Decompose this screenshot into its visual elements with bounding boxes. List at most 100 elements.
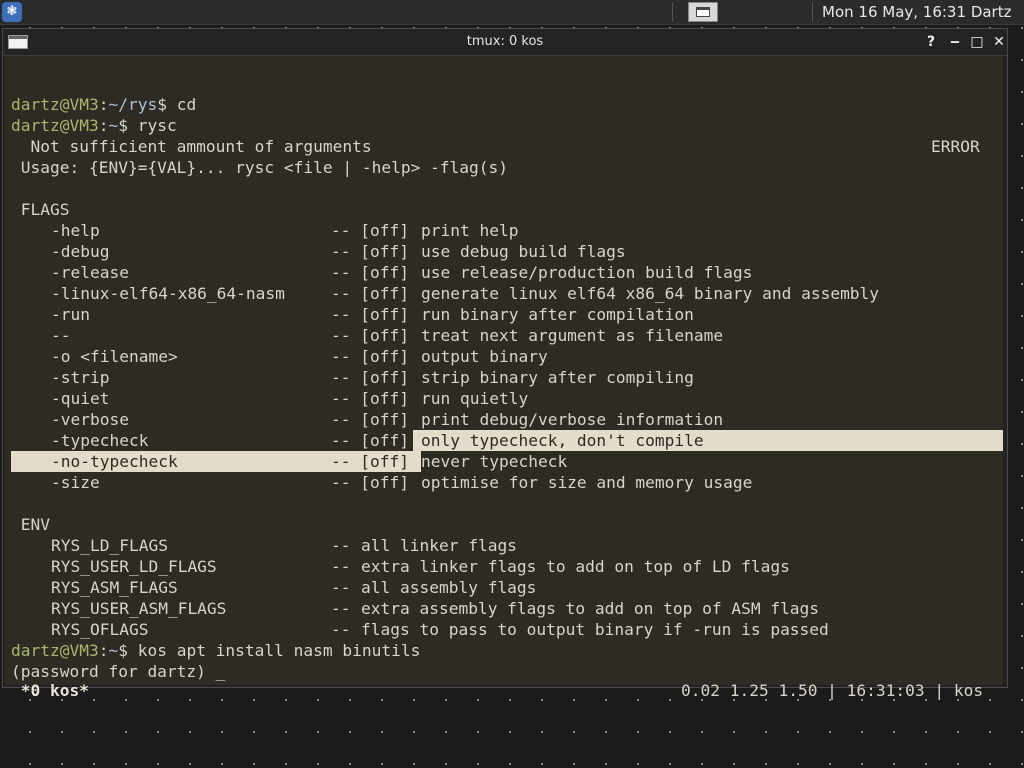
flag-state: -- [off] xyxy=(331,347,409,366)
flag-description: generate linux elf64 x86_64 binary and a… xyxy=(421,284,880,303)
panel-separator xyxy=(812,3,813,21)
flag-name: -debug xyxy=(51,242,110,261)
flag-description: output binary xyxy=(421,347,548,366)
flag-description: print debug/verbose information xyxy=(421,410,724,429)
flag-name: -linux-elf64-x86_64-nasm xyxy=(51,284,285,303)
prompt-line: dartz@VM3:~$ rysc xyxy=(11,115,177,136)
prompt-line: dartz@VM3:~/rys$ cd xyxy=(11,94,196,115)
panel-clock[interactable]: Mon 16 May, 16:31 Dartz xyxy=(822,0,1011,24)
prompt-separator: : xyxy=(98,116,109,135)
flag-state: -- [off] xyxy=(331,473,409,492)
terminal-window: tmux: 0 kos ? ‒ □ ✕ dartz@VM3:~/rys$ cd … xyxy=(2,28,1008,700)
clock-text: Mon 16 May, 16:31 xyxy=(822,3,967,21)
flag-state: -- [off] xyxy=(331,368,409,387)
flag-state: -- [off] xyxy=(331,221,409,240)
flag-state-value: [off] xyxy=(360,326,409,345)
env-description: all linker flags xyxy=(361,536,517,555)
flag-state: -- [off] xyxy=(331,263,409,282)
flag-state: -- [off] xyxy=(331,242,409,261)
tmux-status-right: 0.02 1.25 1.50 | 16:31:03 | kos xyxy=(681,681,984,700)
flag-state-value: [off] xyxy=(360,284,409,303)
minimize-button[interactable]: ‒ xyxy=(945,32,965,52)
flag-name: -o <filename> xyxy=(51,347,178,366)
prompt-user-host: dartz@VM3 xyxy=(11,116,99,135)
flag-name: -release xyxy=(51,263,129,282)
flag-state-value: [off] xyxy=(360,410,409,429)
env-separator: -- xyxy=(331,557,361,576)
env-name: RYS_USER_LD_FLAGS xyxy=(51,557,217,576)
flag-description: use release/production build flags xyxy=(421,263,753,282)
help-button[interactable]: ? xyxy=(921,32,941,52)
password-prompt[interactable]: (password for dartz) _ xyxy=(11,661,225,682)
flag-state-value: [off] xyxy=(360,431,409,450)
flag-description: strip binary after compiling xyxy=(421,368,694,387)
flag-description: never typecheck xyxy=(421,452,568,471)
flag-state: -- [off] xyxy=(331,389,409,408)
distro-logo-icon[interactable]: ❃ xyxy=(2,2,22,22)
close-button[interactable]: ✕ xyxy=(989,32,1009,52)
flag-state: -- [off] xyxy=(331,305,409,324)
flag-state: -- [off] xyxy=(331,452,409,471)
prompt-user-host: dartz@VM3 xyxy=(11,641,99,660)
flag-name: -verbose xyxy=(51,410,129,429)
flag-state: -- [off] xyxy=(331,410,409,429)
maximize-button[interactable]: □ xyxy=(967,32,987,52)
flag-description: run quietly xyxy=(421,389,529,408)
usage-line: Usage: {ENV}={VAL}... rysc <file | -help… xyxy=(11,158,509,177)
flag-state: -- [off] xyxy=(331,431,409,450)
window-titlebar[interactable]: tmux: 0 kos ? ‒ □ ✕ xyxy=(3,29,1007,56)
user-name: Dartz xyxy=(970,3,1012,21)
flag-name: -- xyxy=(51,326,71,345)
prompt-sigil: $ xyxy=(157,95,167,114)
env-separator: -- xyxy=(331,536,361,555)
env-name: RYS_LD_FLAGS xyxy=(51,536,168,555)
env-description: flags to pass to output binary if -run i… xyxy=(361,620,829,639)
env-name: RYS_ASM_FLAGS xyxy=(51,578,178,597)
flag-name: -quiet xyxy=(51,389,110,408)
flag-description: only typecheck, don't compile xyxy=(421,431,704,450)
top-panel: ❃ Mon 16 May, 16:31 Dartz xyxy=(0,0,1024,25)
command-text: cd xyxy=(166,95,197,114)
flags-header: FLAGS xyxy=(11,200,70,219)
terminal-content[interactable]: dartz@VM3:~/rys$ cd dartz@VM3:~$ rysc No… xyxy=(5,56,1003,685)
error-tag: ERROR xyxy=(931,137,980,156)
flag-state-value: [off] xyxy=(360,305,409,324)
env-header: ENV xyxy=(11,515,50,534)
window-icon xyxy=(696,7,710,17)
flag-state-value: [off] xyxy=(360,452,409,471)
flag-description: use debug build flags xyxy=(421,242,626,261)
command-text: kos apt install nasm binutils xyxy=(127,641,421,660)
env-description: extra linker flags to add on top of LD f… xyxy=(361,557,790,576)
flag-description: optimise for size and memory usage xyxy=(421,473,753,492)
flag-state-value: [off] xyxy=(360,221,409,240)
flag-state-value: [off] xyxy=(360,263,409,282)
flag-name: -strip xyxy=(51,368,110,387)
prompt-path: ~ xyxy=(108,116,119,135)
window-title: tmux: 0 kos xyxy=(466,34,544,49)
command-text: rysc xyxy=(127,116,177,135)
flag-name: -run xyxy=(51,305,90,324)
flag-name: -typecheck xyxy=(51,431,149,450)
flag-state-value: [off] xyxy=(360,347,409,366)
prompt-separator: : xyxy=(98,641,109,660)
env-name: RYS_OFLAGS xyxy=(51,620,149,639)
env-separator: -- xyxy=(331,599,361,618)
env-description: all assembly flags xyxy=(361,578,537,597)
flag-state-value: [off] xyxy=(360,473,409,492)
prompt-path: ~ xyxy=(108,641,119,660)
env-separator: -- xyxy=(331,578,361,597)
prompt-separator: : xyxy=(98,95,109,114)
env-description: extra assembly flags to add on top of AS… xyxy=(361,599,820,618)
flag-state: -- [off] xyxy=(331,326,409,345)
taskbar-window-button[interactable] xyxy=(688,2,718,22)
flag-name: -size xyxy=(51,473,100,492)
flag-state: -- [off] xyxy=(331,284,409,303)
tmux-status-window[interactable]: *0 kos* xyxy=(11,680,89,701)
flag-name: -help xyxy=(51,221,100,240)
flag-state-value: [off] xyxy=(360,368,409,387)
prompt-path: ~/rys xyxy=(108,95,158,114)
prompt-line: dartz@VM3:~$ kos apt install nasm binuti… xyxy=(11,640,420,661)
flag-description: treat next argument as filename xyxy=(421,326,724,345)
env-name: RYS_USER_ASM_FLAGS xyxy=(51,599,227,618)
prompt-sigil: $ xyxy=(118,641,128,660)
